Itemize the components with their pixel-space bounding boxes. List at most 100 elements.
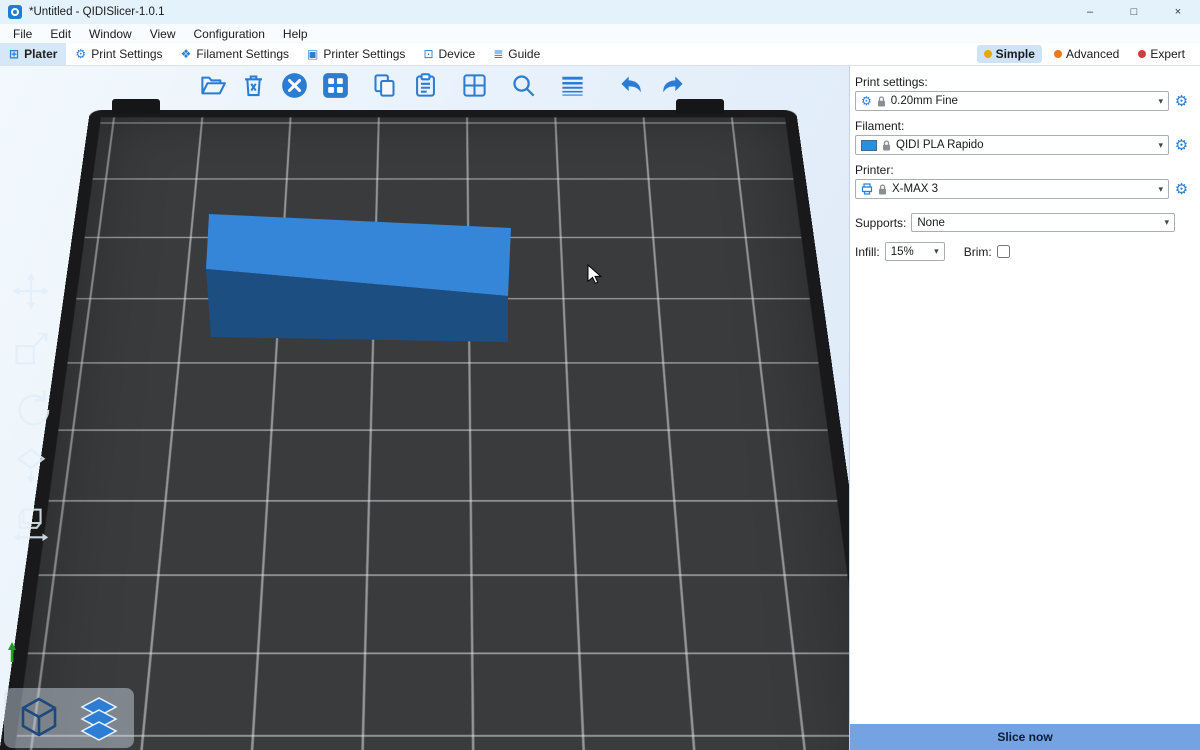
print-settings-value: 0.20mm Fine	[891, 95, 1154, 107]
variable-layer-height-icon	[559, 72, 586, 99]
open-project-button[interactable]	[196, 69, 229, 102]
tab-printer-settings[interactable]: ▣ Printer Settings	[298, 43, 414, 65]
gizmo-toolbar	[8, 268, 54, 546]
menu-view[interactable]: View	[141, 24, 185, 43]
place-on-face-icon	[10, 444, 52, 486]
delete-all-button[interactable]	[278, 69, 311, 102]
open-folder-icon	[199, 72, 226, 99]
layers-preview-button[interactable]	[74, 692, 124, 744]
undo-button[interactable]	[615, 69, 648, 102]
filament-settings-icon: ❖	[181, 48, 192, 60]
rotate-icon	[10, 386, 52, 428]
expert-mode-dot-icon	[1138, 50, 1146, 58]
rotate-gizmo-button[interactable]	[8, 384, 54, 430]
print-settings-icon: ⚙	[75, 48, 86, 60]
print-settings-label: Print settings:	[855, 75, 1190, 89]
printer-value: X-MAX 3	[892, 183, 1153, 195]
tab-label: Filament Settings	[196, 47, 289, 61]
chevron-down-icon: ▾	[1164, 217, 1169, 228]
3d-editor-view-button[interactable]	[14, 692, 64, 744]
viewport-3d[interactable]	[0, 66, 850, 750]
filament-color-swatch	[861, 140, 877, 151]
preset-gear-icon: ⚙	[861, 95, 872, 107]
infill-label: Infill:	[855, 245, 880, 259]
redo-button[interactable]	[656, 69, 689, 102]
guide-icon: ≣	[493, 48, 503, 60]
slice-now-button[interactable]: Slice now	[850, 724, 1200, 750]
printer-gear-button[interactable]: ⚙	[1173, 182, 1190, 197]
printer-settings-icon: ▣	[307, 48, 318, 60]
chevron-down-icon: ▾	[1158, 140, 1163, 151]
printer-combo[interactable]: X-MAX 3 ▾	[855, 179, 1169, 199]
tab-plater[interactable]: ⊞ Plater	[0, 43, 66, 65]
tab-label: Device	[439, 47, 476, 61]
mode-advanced[interactable]: Advanced	[1047, 45, 1126, 63]
print-settings-gear-button[interactable]: ⚙	[1173, 94, 1190, 109]
filament-label: Filament:	[855, 119, 1190, 133]
simple-mode-dot-icon	[984, 50, 992, 58]
supports-combo[interactable]: None ▾	[911, 213, 1175, 232]
redo-icon	[659, 72, 686, 99]
delete-button[interactable]	[237, 69, 270, 102]
device-icon: ⊡	[423, 48, 433, 60]
app-window: *Untitled - QIDISlicer-1.0.1 – □ × File …	[0, 0, 1200, 750]
split-icon	[461, 72, 488, 99]
tabbar: ⊞ Plater ⚙ Print Settings ❖ Filament Set…	[0, 43, 1200, 66]
arrange-button[interactable]	[319, 69, 352, 102]
measure-gizmo-button[interactable]	[8, 500, 54, 546]
3d-editor-icon	[15, 694, 63, 742]
tab-print-settings[interactable]: ⚙ Print Settings	[66, 43, 171, 65]
main-area: Print settings: ⚙ 0.20mm Fine ▾ ⚙ Filame…	[0, 66, 1200, 750]
lock-icon	[882, 140, 891, 151]
tab-device[interactable]: ⊡ Device	[414, 43, 484, 65]
lock-icon	[877, 96, 886, 107]
mode-label: Advanced	[1066, 47, 1119, 61]
maximize-button[interactable]: □	[1112, 0, 1156, 24]
infill-value: 15%	[891, 246, 929, 258]
menu-window[interactable]: Window	[80, 24, 141, 43]
move-gizmo-button[interactable]	[8, 268, 54, 314]
copy-button[interactable]	[368, 69, 401, 102]
plater-icon: ⊞	[9, 48, 19, 60]
place-on-face-gizmo-button[interactable]	[8, 442, 54, 488]
sidebar: Print settings: ⚙ 0.20mm Fine ▾ ⚙ Filame…	[850, 66, 1200, 750]
brim-checkbox[interactable]	[997, 245, 1010, 258]
move-icon	[10, 270, 52, 312]
brim-label: Brim:	[964, 245, 992, 259]
search-button[interactable]	[507, 69, 540, 102]
undo-icon	[618, 72, 645, 99]
measure-icon	[10, 502, 52, 544]
filament-gear-button[interactable]: ⚙	[1173, 138, 1190, 153]
mode-expert[interactable]: Expert	[1131, 45, 1192, 63]
tab-label: Print Settings	[91, 47, 162, 61]
window-title: *Untitled - QIDISlicer-1.0.1	[29, 6, 165, 18]
menu-configuration[interactable]: Configuration	[185, 24, 274, 43]
build-plate	[0, 110, 850, 750]
infill-combo[interactable]: 15% ▾	[885, 242, 945, 261]
plate-clip	[112, 99, 160, 114]
paste-button[interactable]	[409, 69, 442, 102]
tab-guide[interactable]: ≣ Guide	[484, 43, 549, 65]
plater-toolbar	[196, 69, 689, 102]
filament-combo[interactable]: QIDI PLA Rapido ▾	[855, 135, 1169, 155]
tab-label: Plater	[24, 47, 57, 61]
mode-selector: Simple Advanced Expert	[977, 43, 1200, 65]
tab-filament-settings[interactable]: ❖ Filament Settings	[172, 43, 298, 65]
minimize-button[interactable]: –	[1068, 0, 1112, 24]
lock-icon	[878, 184, 887, 195]
menu-help[interactable]: Help	[274, 24, 317, 43]
mode-simple[interactable]: Simple	[977, 45, 1042, 63]
menu-file[interactable]: File	[4, 24, 41, 43]
print-settings-combo[interactable]: ⚙ 0.20mm Fine ▾	[855, 91, 1169, 111]
menubar: File Edit Window View Configuration Help	[0, 24, 1200, 43]
delete-all-icon	[281, 72, 308, 99]
split-objects-button[interactable]	[458, 69, 491, 102]
variable-layer-height-button[interactable]	[556, 69, 589, 102]
tab-label: Guide	[508, 47, 540, 61]
close-button[interactable]: ×	[1156, 0, 1200, 24]
chevron-down-icon: ▾	[1158, 184, 1163, 195]
scale-gizmo-button[interactable]	[8, 326, 54, 372]
menu-edit[interactable]: Edit	[41, 24, 80, 43]
advanced-mode-dot-icon	[1054, 50, 1062, 58]
filament-value: QIDI PLA Rapido	[896, 139, 1153, 151]
